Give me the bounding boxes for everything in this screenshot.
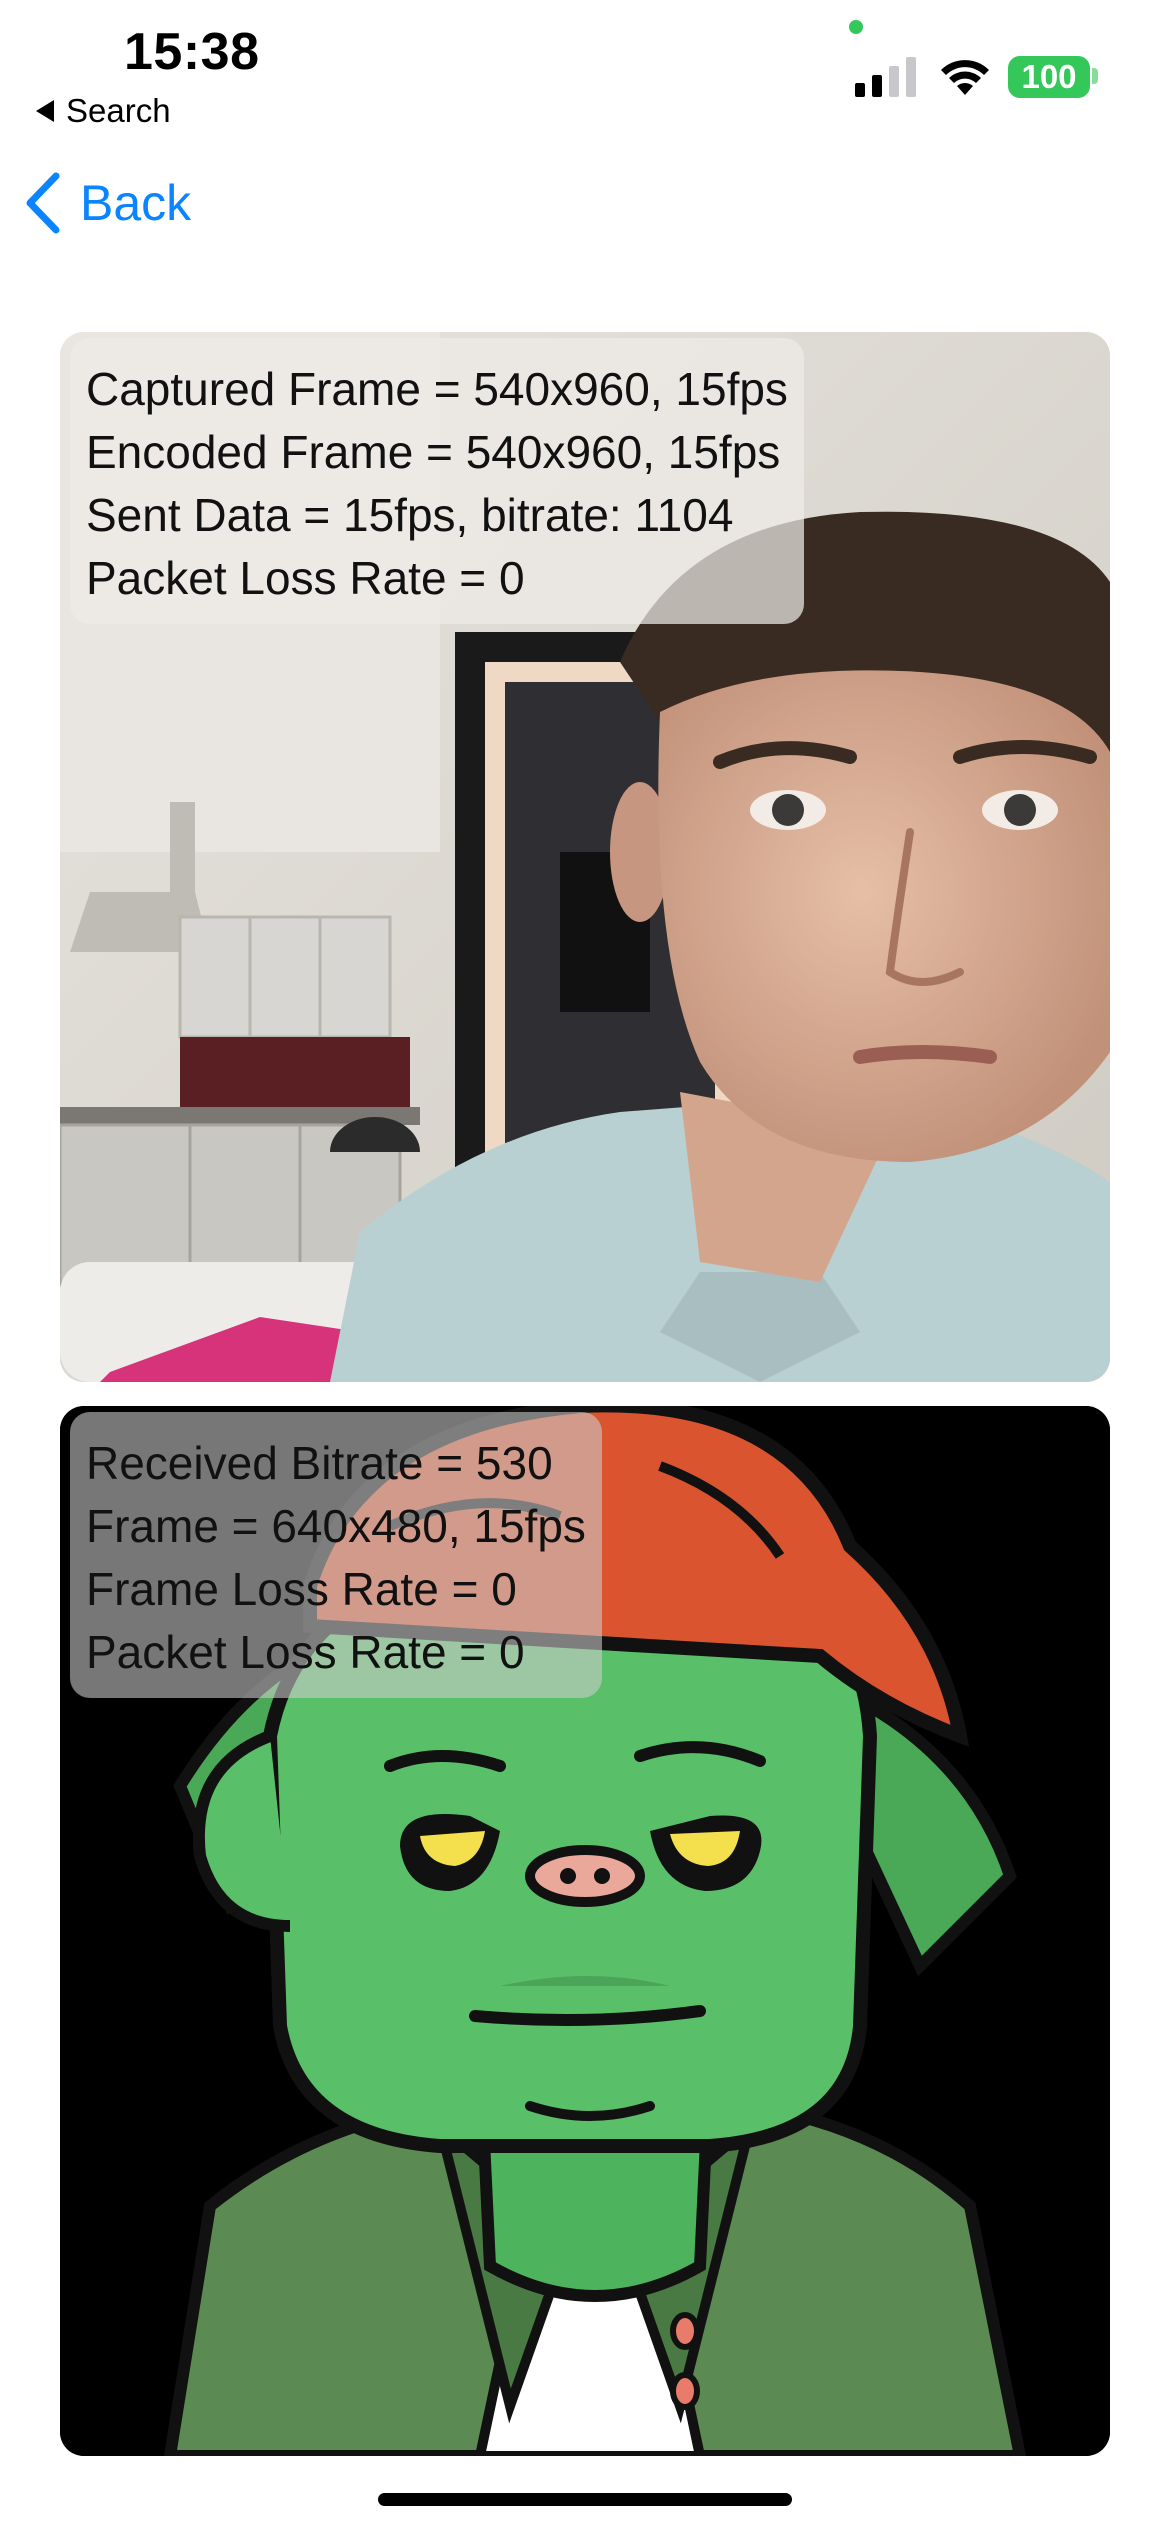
frame-loss-stat: Frame Loss Rate = 0 <box>86 1563 517 1615</box>
remote-video-view: Received Bitrate = 530 Frame = 640x480, … <box>60 1406 1110 2456</box>
status-time: 15:38 <box>124 23 260 81</box>
back-triangle-icon <box>36 100 54 122</box>
captured-frame-stat: Captured Frame = 540x960, 15fps <box>86 363 788 415</box>
frame-stat: Frame = 640x480, 15fps <box>86 1500 586 1552</box>
battery-icon: 100 <box>1008 56 1090 98</box>
encoded-frame-stat: Encoded Frame = 540x960, 15fps <box>86 426 781 478</box>
back-button-label: Back <box>80 175 192 231</box>
sent-data-stat: Sent Data = 15fps, bitrate: 1104 <box>86 489 734 541</box>
home-indicator[interactable] <box>378 2493 792 2506</box>
wifi-icon <box>941 60 989 95</box>
chevron-left-icon <box>26 172 60 234</box>
back-to-app-link[interactable]: Search <box>36 92 171 130</box>
received-bitrate-stat: Received Bitrate = 530 <box>86 1437 553 1489</box>
back-to-app-label: Search <box>66 92 171 129</box>
local-video-view: Captured Frame = 540x960, 15fps Encoded … <box>60 332 1110 1382</box>
remote-packet-loss-stat: Packet Loss Rate = 0 <box>86 1626 525 1678</box>
local-stats-overlay: Captured Frame = 540x960, 15fps Encoded … <box>70 338 804 624</box>
packet-loss-stat: Packet Loss Rate = 0 <box>86 552 525 604</box>
signal-icon <box>855 57 916 97</box>
remote-stats-overlay: Received Bitrate = 530 Frame = 640x480, … <box>70 1412 602 1698</box>
camera-in-use-indicator <box>849 20 863 34</box>
battery-level: 100 <box>1021 58 1077 95</box>
back-button[interactable]: Back <box>24 172 191 234</box>
battery-tip <box>1092 68 1098 84</box>
